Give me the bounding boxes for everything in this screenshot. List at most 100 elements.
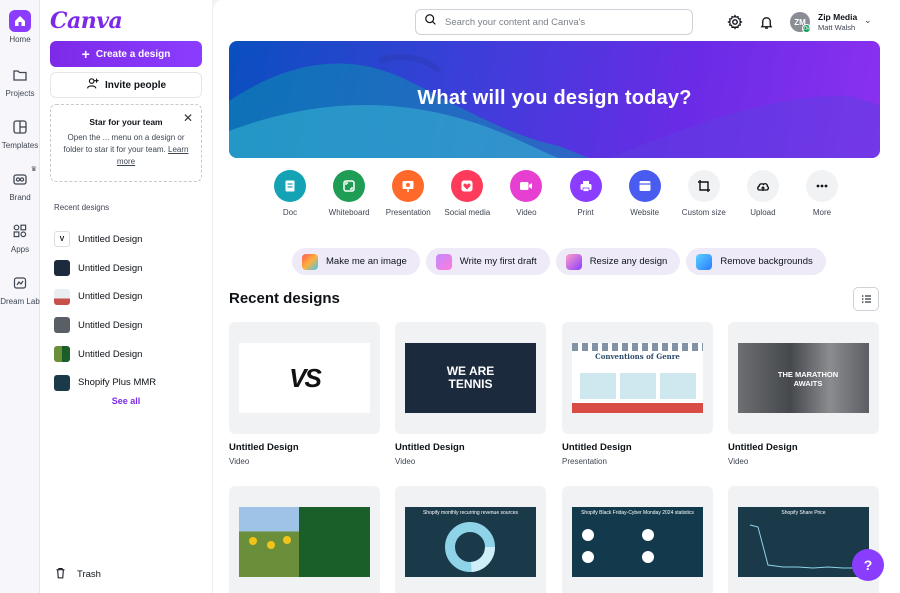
design-type-website[interactable]: Website <box>616 170 674 217</box>
design-card[interactable] <box>229 486 380 593</box>
design-type-label: Doc <box>282 208 298 217</box>
design-type-label: Social media <box>444 208 491 217</box>
chip-remove-backgrounds[interactable]: Remove backgrounds <box>686 248 826 275</box>
recent-item[interactable]: Shopify Plus MMR <box>54 368 204 397</box>
left-rail: Home Projects Templates ♛ Brand Apps Dre… <box>0 0 40 593</box>
invite-people-button[interactable]: Invite people <box>50 72 202 98</box>
website-icon <box>628 170 661 202</box>
recent-item-label: Untitled Design <box>78 348 143 360</box>
canva-logo[interactable]: Canva <box>50 8 123 34</box>
heart-icon <box>451 170 484 202</box>
notifications-button[interactable] <box>756 12 776 32</box>
chip-resize-design[interactable]: Resize any design <box>555 248 681 275</box>
recent-item[interactable]: Untitled Design <box>54 340 204 369</box>
chip-make-image[interactable]: Make me an image <box>292 248 420 275</box>
design-type-doc[interactable]: Doc <box>261 170 319 217</box>
rail-item-dream-lab[interactable]: Dream Lab <box>0 272 40 306</box>
magic-wand-icon <box>435 253 452 270</box>
line-chart <box>749 524 858 569</box>
card-type: Video <box>728 457 749 466</box>
recent-designs-heading: Recent designs <box>54 203 110 212</box>
templates-icon <box>9 116 31 138</box>
recent-item-label: Untitled Design <box>78 233 143 245</box>
settings-button[interactable] <box>725 12 745 32</box>
design-thumbnail: V <box>54 231 70 248</box>
design-type-presentation[interactable]: Presentation <box>379 170 437 217</box>
list-view-button[interactable] <box>853 287 879 311</box>
rail-label: Projects <box>5 89 35 98</box>
design-card[interactable]: Conventions of Genre Untitled Design Pre… <box>562 322 713 466</box>
search-input[interactable] <box>445 16 675 28</box>
design-type-video[interactable]: Video <box>497 170 555 217</box>
recent-item[interactable]: V Untitled Design <box>54 225 204 254</box>
design-card[interactable]: Shopify Share Price <box>728 486 879 593</box>
trash-icon <box>54 566 67 583</box>
design-type-label: Custom size <box>681 208 726 217</box>
video-icon <box>510 170 543 202</box>
rail-item-templates[interactable]: Templates <box>0 116 40 150</box>
add-user-icon <box>86 77 99 93</box>
plus-icon: + <box>81 46 90 62</box>
card-title: Untitled Design <box>728 442 798 453</box>
search-bar[interactable] <box>415 9 693 35</box>
rail-item-home[interactable]: Home <box>0 10 40 44</box>
design-card[interactable]: WE ARE TENNIS Untitled Design Video <box>395 322 546 466</box>
account-name[interactable]: Zip Media <box>818 12 857 22</box>
account-user[interactable]: Matt Walsh <box>818 23 855 32</box>
dream-lab-icon <box>9 272 31 294</box>
card-title: Untitled Design <box>229 442 299 453</box>
close-icon[interactable]: ✕ <box>183 111 193 125</box>
create-design-button[interactable]: + Create a design <box>50 41 202 67</box>
design-thumbnail <box>54 317 70 334</box>
recent-designs-list: V Untitled Design Untitled Design Untitl… <box>54 225 204 397</box>
chip-label: Write my first draft <box>459 256 537 267</box>
design-card[interactable]: Shopify monthly recurring revenue source… <box>395 486 546 593</box>
design-type-label: More <box>812 208 832 217</box>
design-type-custom-size[interactable]: Custom size <box>675 170 733 217</box>
recent-item[interactable]: Untitled Design <box>54 311 204 340</box>
design-card[interactable]: VS Untitled Design Video <box>229 322 380 466</box>
help-button[interactable]: ? <box>852 549 884 581</box>
design-type-label: Print <box>577 208 594 217</box>
design-type-print[interactable]: Print <box>557 170 615 217</box>
card-type: Video <box>395 457 416 466</box>
design-thumbnail <box>54 288 70 305</box>
rail-item-projects[interactable]: Projects <box>0 64 40 98</box>
design-type-upload[interactable]: Upload <box>734 170 792 217</box>
design-type-label: Whiteboard <box>328 208 370 217</box>
design-card[interactable]: Shopify Black Friday-Cyber Monday 2024 s… <box>562 486 713 593</box>
rail-label: Brand <box>9 193 31 202</box>
crown-icon: ♛ <box>30 166 37 173</box>
crop-icon <box>687 170 720 202</box>
star-card-title: Star for your team <box>89 117 163 127</box>
recent-item[interactable]: Untitled Design <box>54 282 204 311</box>
doc-icon <box>274 170 306 202</box>
more-dots-icon <box>805 170 838 202</box>
chip-write-draft[interactable]: Write my first draft <box>425 248 550 275</box>
design-type-whiteboard[interactable]: Whiteboard <box>320 170 378 217</box>
list-icon <box>861 295 871 303</box>
recent-item[interactable]: Untitled Design <box>54 254 204 283</box>
home-icon <box>9 10 31 32</box>
rail-label: Apps <box>10 245 30 254</box>
star-card-body: Open the ... menu on a design or folder … <box>63 133 185 154</box>
resize-icon <box>565 253 582 270</box>
recent-item-label: Untitled Design <box>78 291 143 303</box>
chip-label: Remove backgrounds <box>720 256 813 267</box>
invite-people-label: Invite people <box>104 79 167 91</box>
main-content: ZM ZM Zip Media Matt Walsh ⌄ What will y… <box>212 0 900 593</box>
design-type-more[interactable]: More <box>793 170 851 217</box>
brand-icon <box>9 168 31 190</box>
rail-item-apps[interactable]: Apps <box>0 220 40 254</box>
design-card[interactable]: THE MARATHON AWAITS Untitled Design Vide… <box>728 322 879 466</box>
card-type: Presentation <box>562 457 607 466</box>
design-type-social-media[interactable]: Social media <box>438 170 496 217</box>
rail-item-brand[interactable]: ♛ Brand <box>0 166 40 202</box>
chevron-down-icon[interactable]: ⌄ <box>864 15 872 26</box>
design-thumbnail: THE MARATHON AWAITS <box>728 322 879 434</box>
thumbnail-text: THE MARATHON AWAITS <box>777 370 839 388</box>
design-thumbnail <box>54 260 70 277</box>
see-all-link[interactable]: See all <box>40 396 212 406</box>
trash-button[interactable]: Trash <box>54 566 101 583</box>
hero-banner: What will you design today? <box>229 41 880 158</box>
